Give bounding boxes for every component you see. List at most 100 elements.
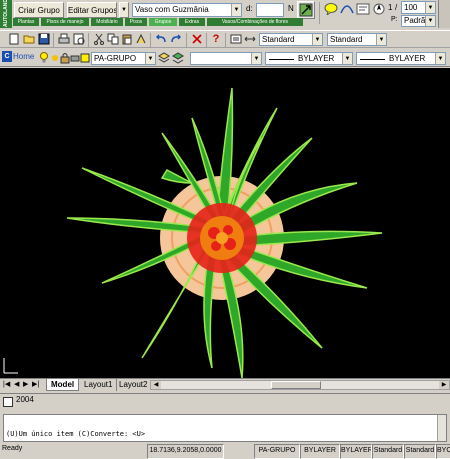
plot-preview-icon[interactable] xyxy=(73,33,85,45)
palette-tab-plantas[interactable]: Plantas xyxy=(13,18,39,26)
autoland-logo: AUTOLAND xyxy=(0,0,12,28)
group-menu-button[interactable]: ▼ xyxy=(119,2,129,18)
dim-style-select[interactable]: Standard ▼ xyxy=(327,33,387,46)
toolbar-divider xyxy=(225,33,226,47)
north-arrow-icon[interactable] xyxy=(372,3,386,15)
new-file-icon[interactable] xyxy=(8,33,20,45)
cut-icon[interactable] xyxy=(93,33,105,45)
paste-icon[interactable] xyxy=(121,33,133,45)
toolbar-divider xyxy=(88,33,89,47)
scrollbar-thumb[interactable] xyxy=(271,381,321,389)
print-icon[interactable] xyxy=(58,33,70,45)
layer-manager-icon[interactable] xyxy=(158,52,170,64)
close-icon[interactable] xyxy=(191,33,203,45)
tab-nav-next-icon[interactable]: ▶ xyxy=(23,380,28,388)
tab-nav-first-icon[interactable]: |◀ xyxy=(3,380,10,388)
speech-bubble-icon[interactable] xyxy=(324,3,338,17)
palette-tab-mobiliario[interactable]: Mobiliário xyxy=(91,18,123,26)
palette-tab-extras[interactable]: Extras xyxy=(179,18,205,26)
create-group-button[interactable]: Criar Grupo xyxy=(14,2,64,18)
palette-tab-pisos-manejo[interactable]: Pisos de manejo xyxy=(41,18,89,26)
scale-page-value: 1 xyxy=(388,3,393,12)
status-ready: Ready xyxy=(2,445,23,452)
toolbar-sep-1 xyxy=(319,2,320,24)
command-scroll[interactable] xyxy=(437,415,446,441)
status-bar: Ready 18.7136,9.2058,0.0000 PA-GRUPO BYL… xyxy=(0,443,450,459)
n-label: N xyxy=(288,4,294,13)
linetype-select[interactable]: BYLAYER ▼ xyxy=(265,52,353,65)
lineweight-select[interactable]: BYLAYER ▼ xyxy=(356,52,446,65)
save-icon[interactable] xyxy=(38,33,50,45)
layer-previous-icon[interactable] xyxy=(172,52,184,64)
drawing-canvas[interactable] xyxy=(0,68,450,378)
chevron-down-icon: ▼ xyxy=(435,53,445,64)
toolbar-divider xyxy=(186,33,187,47)
palette-tab-grupos[interactable]: Grupos xyxy=(149,18,177,26)
text-style-select[interactable]: Standard ▼ xyxy=(259,33,323,46)
home-icon[interactable]: C xyxy=(2,51,12,62)
tab-layout2[interactable]: Layout2 xyxy=(115,379,151,391)
text-style-icon[interactable] xyxy=(230,33,242,45)
layer-select[interactable]: PA-GRUPO ▼ xyxy=(91,52,156,65)
open-folder-icon[interactable] xyxy=(23,33,35,45)
d-label: d: xyxy=(246,4,253,13)
chevron-down-icon: ▼ xyxy=(376,34,386,45)
dim-style-value: Standard xyxy=(330,35,363,44)
linetype-sample xyxy=(269,59,294,60)
plant-drawing xyxy=(3,87,383,378)
palette-tab-vasos[interactable]: Vasos/Combinações de flores xyxy=(207,18,303,26)
color-select[interactable]: ▼ xyxy=(190,52,262,65)
scale-total-value: 100 xyxy=(404,3,418,12)
group-select-value: Vaso com Guzmânia xyxy=(135,5,209,14)
flower-center xyxy=(187,203,257,273)
undo-icon[interactable] xyxy=(155,33,167,45)
reference-icon[interactable] xyxy=(356,3,370,15)
toolbar-divider xyxy=(206,33,207,47)
window-edge xyxy=(438,0,450,28)
tab-model[interactable]: Model xyxy=(46,379,80,391)
toolbar-divider xyxy=(53,33,54,47)
chevron-down-icon: ▼ xyxy=(425,2,435,13)
chevron-down-icon: ▼ xyxy=(145,53,155,64)
dim-style-icon[interactable] xyxy=(244,33,256,45)
scrollbar-arrow-right-icon[interactable]: ▶ xyxy=(439,381,449,389)
command-line[interactable]: (U)Um único item (C)Converte: <U> xyxy=(3,414,447,442)
linetype-value: BYLAYER xyxy=(298,54,335,63)
layer-value: PA-GRUPO xyxy=(94,54,137,63)
lineweight-value: BYLAYER xyxy=(389,54,426,63)
history-line: 2004 xyxy=(16,395,34,404)
redo-icon[interactable] xyxy=(170,33,182,45)
lineweight-sample xyxy=(360,59,385,60)
d-input[interactable] xyxy=(256,3,284,17)
curve-icon[interactable] xyxy=(340,3,354,15)
text-style-value: Standard xyxy=(262,35,295,44)
chevron-down-icon: ▼ xyxy=(342,53,352,64)
home-link[interactable]: Home xyxy=(13,52,34,61)
toolbar-divider xyxy=(150,33,151,47)
tab-layout1[interactable]: Layout1 xyxy=(80,379,118,391)
command-history: 2004 xyxy=(0,393,450,415)
logo-text: AUTOLAND xyxy=(3,0,9,27)
ucs-icon xyxy=(3,358,18,374)
group-select[interactable]: Vaso com Guzmânia ▼ xyxy=(132,3,242,17)
match-properties-icon[interactable] xyxy=(135,33,147,45)
horizontal-scrollbar[interactable]: ◀ ▶ xyxy=(150,380,450,390)
copy-icon[interactable] xyxy=(107,33,119,45)
scale-total-select[interactable]: 100 ▼ xyxy=(401,1,436,14)
chevron-down-icon: ▼ xyxy=(425,16,435,26)
tab-nav-last-icon[interactable]: ▶| xyxy=(32,380,39,388)
command-prompt: (U)Um único item (C)Converte: <U> xyxy=(6,430,146,438)
layer-state-icons xyxy=(39,52,90,64)
chevron-down-icon: ▼ xyxy=(251,53,261,64)
p-label: P: xyxy=(391,16,398,23)
chevron-down-icon: ▼ xyxy=(312,34,322,45)
scale-sep: / xyxy=(395,3,398,12)
tab-nav-prev-icon[interactable]: ◀ xyxy=(14,380,19,388)
scrollbar-arrow-left-icon[interactable]: ◀ xyxy=(151,381,161,389)
palette-tab-pisos[interactable]: Pisos xyxy=(125,18,147,26)
edit-groups-button[interactable]: Editar Grupos xyxy=(67,2,117,18)
chevron-down-icon: ▼ xyxy=(231,4,241,16)
scale-preset-select[interactable]: Padrão ▼ xyxy=(401,15,436,27)
help-icon[interactable]: ? xyxy=(210,33,222,45)
command-window-icon xyxy=(3,397,13,407)
